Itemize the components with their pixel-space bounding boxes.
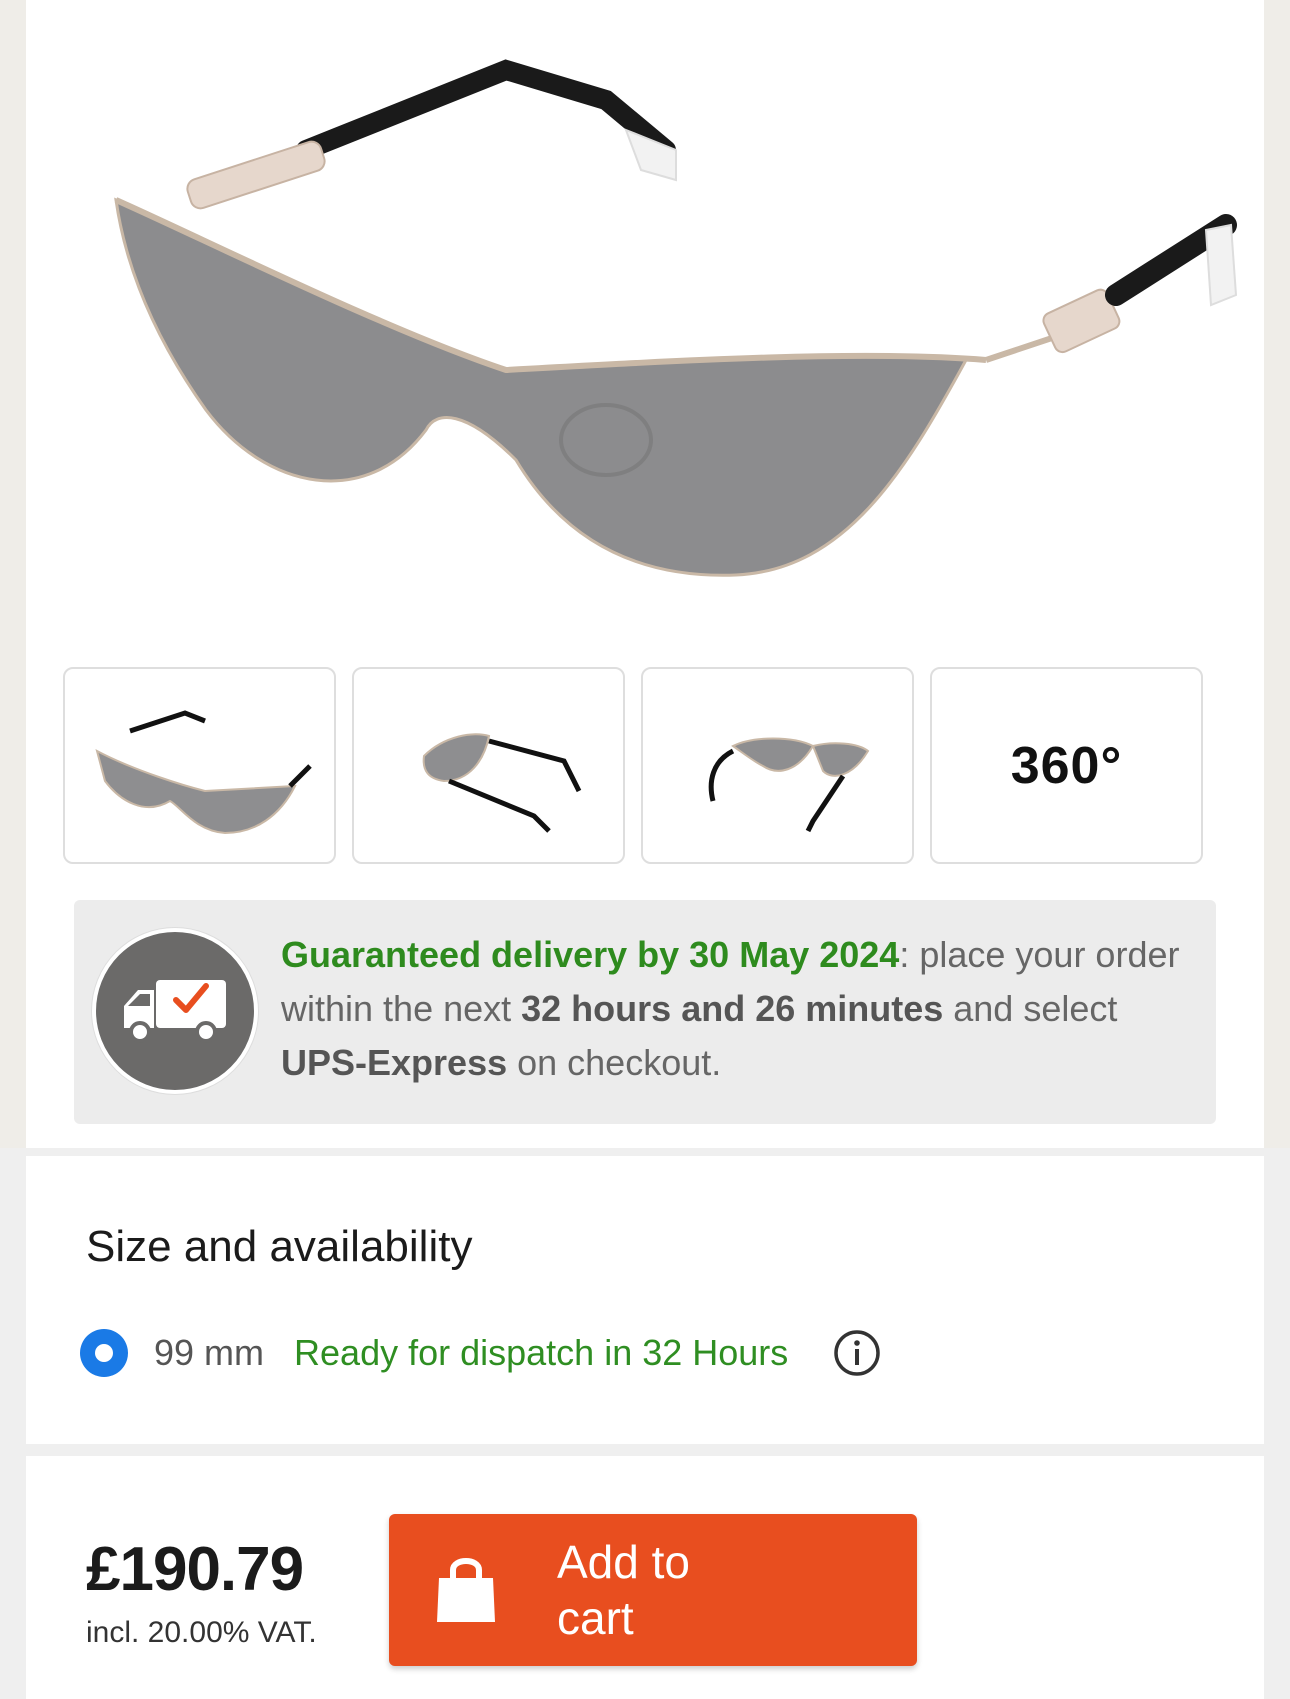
delivery-truck-check-icon [92, 928, 258, 1094]
page-margin-left [0, 0, 26, 1148]
dispatch-status: Ready for dispatch in 32 Hours [294, 1332, 789, 1373]
delivery-guarantee-banner: Guaranteed delivery by 30 May 2024: plac… [74, 900, 1216, 1124]
sunglasses-front-thumbnail-image [94, 709, 312, 834]
delivery-message: Guaranteed delivery by 30 May 2024: plac… [281, 928, 1181, 1090]
product-main-image[interactable] [86, 30, 1256, 620]
delivery-headline: Guaranteed delivery by 30 May 2024 [281, 934, 900, 975]
thumbnail-side-view[interactable] [352, 667, 625, 864]
delivery-time-left: 32 hours and 26 minutes [521, 988, 944, 1029]
add-to-cart-button[interactable]: Add to cart [389, 1514, 917, 1666]
info-icon[interactable] [832, 1328, 882, 1378]
shopping-bag-icon [437, 1558, 495, 1622]
sunglasses-side-thumbnail-image [422, 732, 581, 833]
size-availability-card: Size and availability 99 mm Ready for di… [26, 1156, 1264, 1444]
add-to-cart-label: Add to cart [557, 1536, 690, 1644]
thumbnail-360-view[interactable]: 360° [930, 667, 1203, 864]
product-gallery-card: 360° Guaranteed delivery by 30 May 2024:… [26, 0, 1264, 1148]
360-view-label: 360° [1010, 736, 1123, 795]
sunglasses-image [114, 59, 1238, 577]
delivery-text-part-3: on checkout. [507, 1042, 722, 1083]
page-margin-right [1264, 0, 1290, 1148]
shipping-method: UPS-Express [281, 1042, 508, 1083]
vat-note: incl. 20.00% VAT. [86, 1616, 317, 1649]
size-option-row[interactable]: 99 mm Ready for dispatch in 32 Hours [80, 1328, 882, 1378]
product-price: £190.79 [86, 1535, 304, 1604]
delivery-text-part-2: and select [943, 988, 1118, 1029]
purchase-card: £190.79 incl. 20.00% VAT. Add to cart [26, 1456, 1264, 1699]
thumbnail-strip: 360° [63, 667, 1203, 864]
size-value: 99 mm [154, 1332, 265, 1373]
thumbnail-top-view[interactable] [641, 667, 914, 864]
size-radio-selected[interactable] [80, 1329, 128, 1377]
thumbnail-front-view[interactable] [63, 667, 336, 864]
size-section-title: Size and availability [86, 1222, 473, 1271]
sunglasses-top-thumbnail-image [708, 737, 869, 832]
